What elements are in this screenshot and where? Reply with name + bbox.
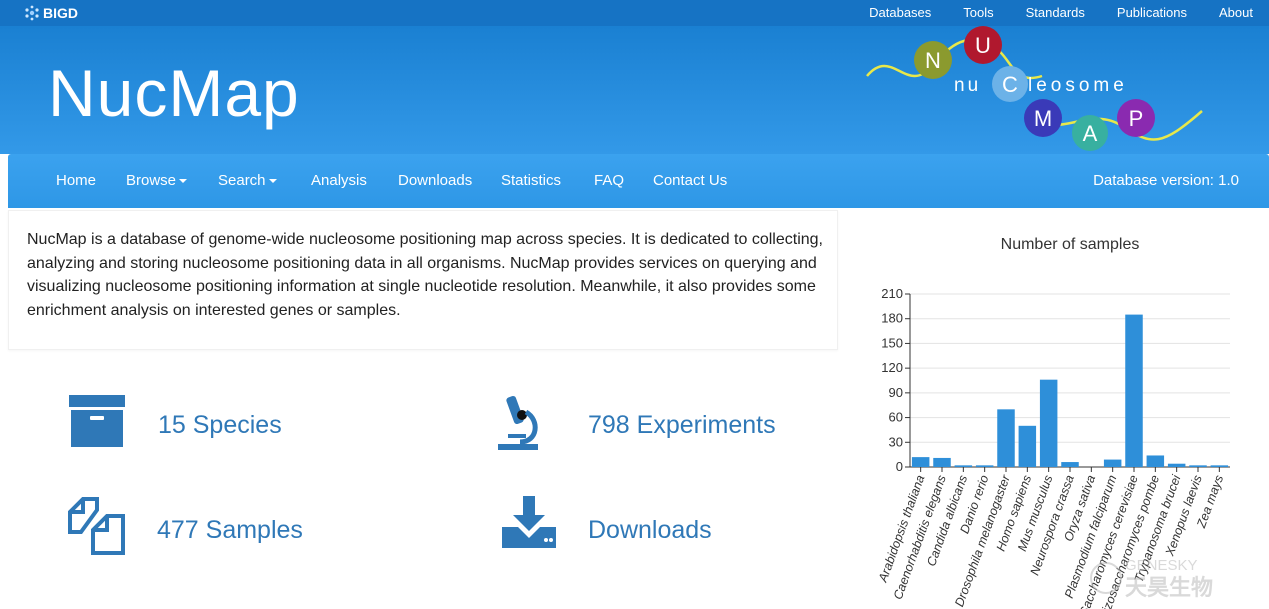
species-count-link[interactable]: 15 Species [158, 411, 282, 440]
watermark-line1: GENESKY [1125, 557, 1198, 574]
bar-mus-musculus[interactable] [1039, 379, 1058, 467]
top-nav: Databases Tools Standards Publications A… [853, 0, 1269, 26]
y-tick-label: 120 [881, 360, 903, 375]
nucleosome-map-logo: N U C M A P nu leosome [866, 26, 1203, 151]
watermark-line2: 天昊生物 [1125, 575, 1213, 600]
bar-drosophila-melanogaster[interactable] [997, 409, 1015, 467]
bar-xenopus-laevis[interactable] [1189, 465, 1207, 467]
chart-title: Number of samples [1000, 236, 1140, 253]
site-title[interactable]: NucMap [48, 55, 300, 131]
topnav-databases[interactable]: Databases [853, 0, 947, 26]
y-tick-label: 60 [889, 410, 903, 425]
logo-letter-n: N [925, 48, 941, 73]
microscope-icon[interactable] [496, 394, 540, 452]
samples-bar-chart: 0306090120150180210 Arabidopsis thaliana… [875, 286, 1230, 609]
logo-letter-c: C [1002, 72, 1018, 97]
logo-text-nu: nu [954, 75, 981, 96]
bar-plasmodium-falciparum[interactable] [1103, 459, 1122, 467]
chevron-down-icon [179, 179, 188, 184]
bar-saccharomyces-cerevisiae[interactable] [1125, 314, 1143, 467]
chevron-down-icon [268, 179, 277, 184]
brand-label: BIGD [43, 5, 78, 21]
y-tick-label: 210 [881, 286, 903, 301]
y-tick-label: 180 [881, 311, 903, 326]
download-icon[interactable] [500, 495, 558, 549]
archive-box-icon[interactable] [68, 394, 126, 448]
nav-contact-us[interactable]: Contact Us [653, 154, 727, 208]
nav-browse-label: Browse [126, 172, 177, 189]
nav-search-dropdown[interactable]: Search [218, 154, 277, 208]
downloads-link[interactable]: Downloads [588, 516, 712, 545]
bar-trypanosoma-brucei[interactable] [1167, 463, 1186, 467]
nav-browse-dropdown[interactable]: Browse [126, 154, 188, 208]
samples-count-link[interactable]: 477 Samples [157, 516, 303, 545]
nav-statistics[interactable]: Statistics [501, 154, 561, 208]
bar-schizosaccharomyces-pombe[interactable] [1146, 455, 1165, 467]
bar-arabidopsis-thaliana[interactable] [911, 457, 930, 467]
bar-candida-albicans[interactable] [954, 465, 973, 467]
header-banner: NucMap N U C M A P nu leosome [0, 26, 1269, 154]
bar-homo-sapiens[interactable] [1018, 425, 1037, 467]
copy-documents-icon[interactable] [67, 496, 127, 556]
bigd-logo-icon [25, 5, 39, 21]
logo-letter-m: M [1034, 106, 1052, 131]
logo-text-leosome: leosome [1028, 75, 1128, 96]
logo-letter-u: U [975, 33, 991, 58]
intro-panel: NucMap is a database of genome-wide nucl… [8, 210, 838, 350]
intro-text: NucMap is a database of genome-wide nucl… [27, 231, 823, 319]
topnav-tools[interactable]: Tools [947, 0, 1009, 26]
logo-letter-p: P [1129, 106, 1144, 131]
logo-letter-a: A [1083, 121, 1098, 146]
bar-danio-rerio[interactable] [975, 465, 994, 467]
bar-neurospora-crassa[interactable] [1061, 462, 1079, 467]
topnav-publications[interactable]: Publications [1101, 0, 1203, 26]
genesky-watermark: GENESKY 天昊生物 [1090, 557, 1213, 600]
bar-zea-mays[interactable] [1210, 465, 1229, 467]
database-version: Database version: 1.0 [1093, 172, 1239, 189]
experiments-count-link[interactable]: 798 Experiments [588, 411, 776, 440]
nav-search-label: Search [218, 172, 266, 189]
topnav-standards[interactable]: Standards [1010, 0, 1101, 26]
y-tick-label: 150 [881, 335, 903, 350]
top-bar: BIGD Databases Tools Standards Publicati… [0, 0, 1269, 26]
y-tick-label: 0 [896, 459, 903, 474]
nav-downloads[interactable]: Downloads [398, 154, 472, 208]
bar-caenorhabditis-elegans[interactable] [933, 457, 951, 467]
y-tick-label: 30 [889, 434, 903, 449]
nav-faq[interactable]: FAQ [594, 154, 624, 208]
nav-home[interactable]: Home [56, 154, 96, 208]
bigd-brand-link[interactable]: BIGD [24, 3, 78, 23]
nav-analysis[interactable]: Analysis [311, 154, 367, 208]
topnav-about[interactable]: About [1203, 0, 1269, 26]
y-tick-label: 90 [889, 385, 903, 400]
main-nav: Home Browse Search Analysis Downloads St… [8, 154, 1269, 208]
